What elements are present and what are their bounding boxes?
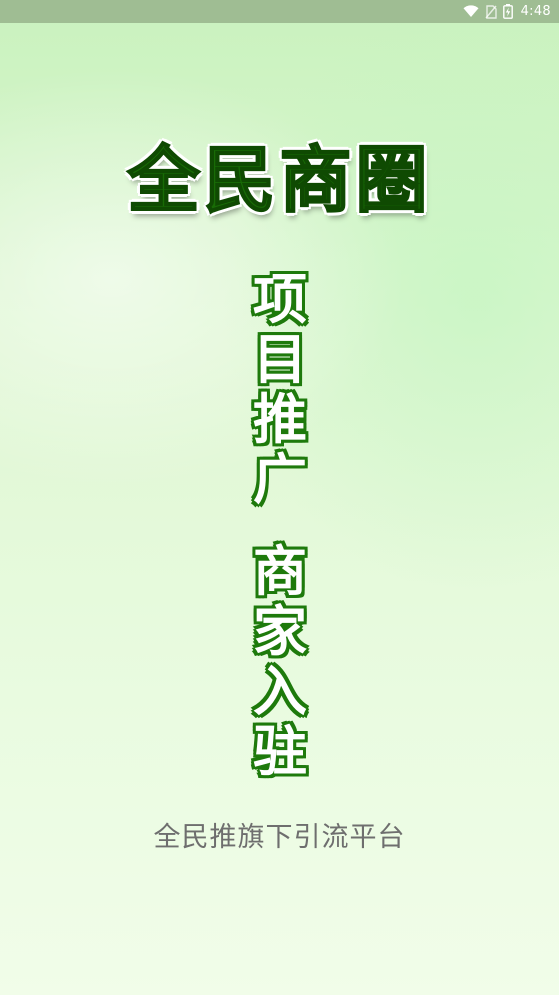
battery-charging-icon [502, 4, 513, 19]
slogan-merchant-join: 商 家 入 驻 [247, 542, 313, 782]
slogan-char: 驻 [253, 720, 307, 783]
status-bar: 4:48 [0, 0, 559, 23]
status-time: 4:48 [520, 4, 551, 19]
slogan-char: 广 [253, 448, 307, 511]
slogan-char: 项 [253, 268, 307, 331]
slogan-char: 目 [253, 328, 307, 391]
slogan-char: 推 [253, 388, 307, 451]
tagline: 全民推旗下引流平台 [153, 822, 406, 853]
wifi-icon [463, 5, 479, 18]
slogan-char: 商 [253, 540, 307, 603]
slogan-project-promotion: 项 目 推 广 [247, 270, 313, 510]
app-title: 全民商圈 [126, 137, 432, 223]
no-sim-icon [485, 4, 497, 19]
slogan-char: 入 [253, 660, 307, 723]
slogan-char: 家 [253, 600, 307, 663]
